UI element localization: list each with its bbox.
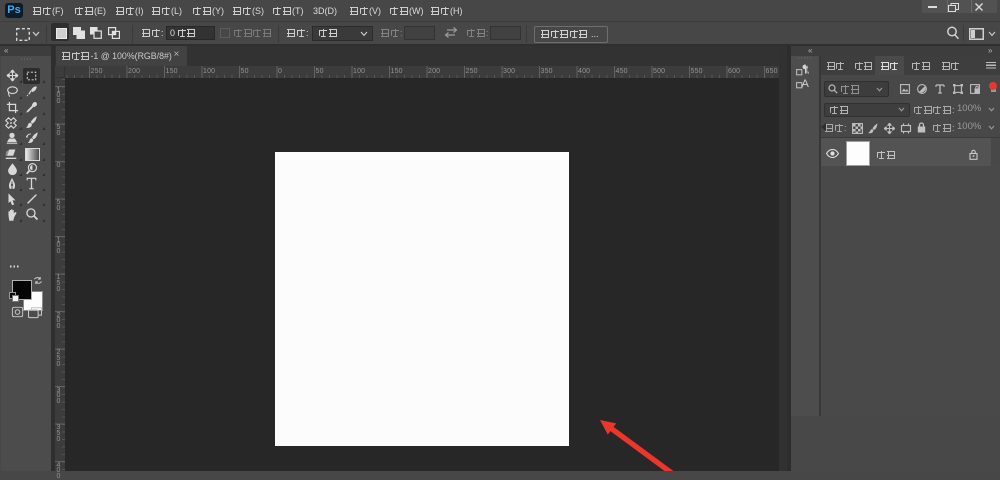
svg-text:A: A <box>802 78 810 89</box>
